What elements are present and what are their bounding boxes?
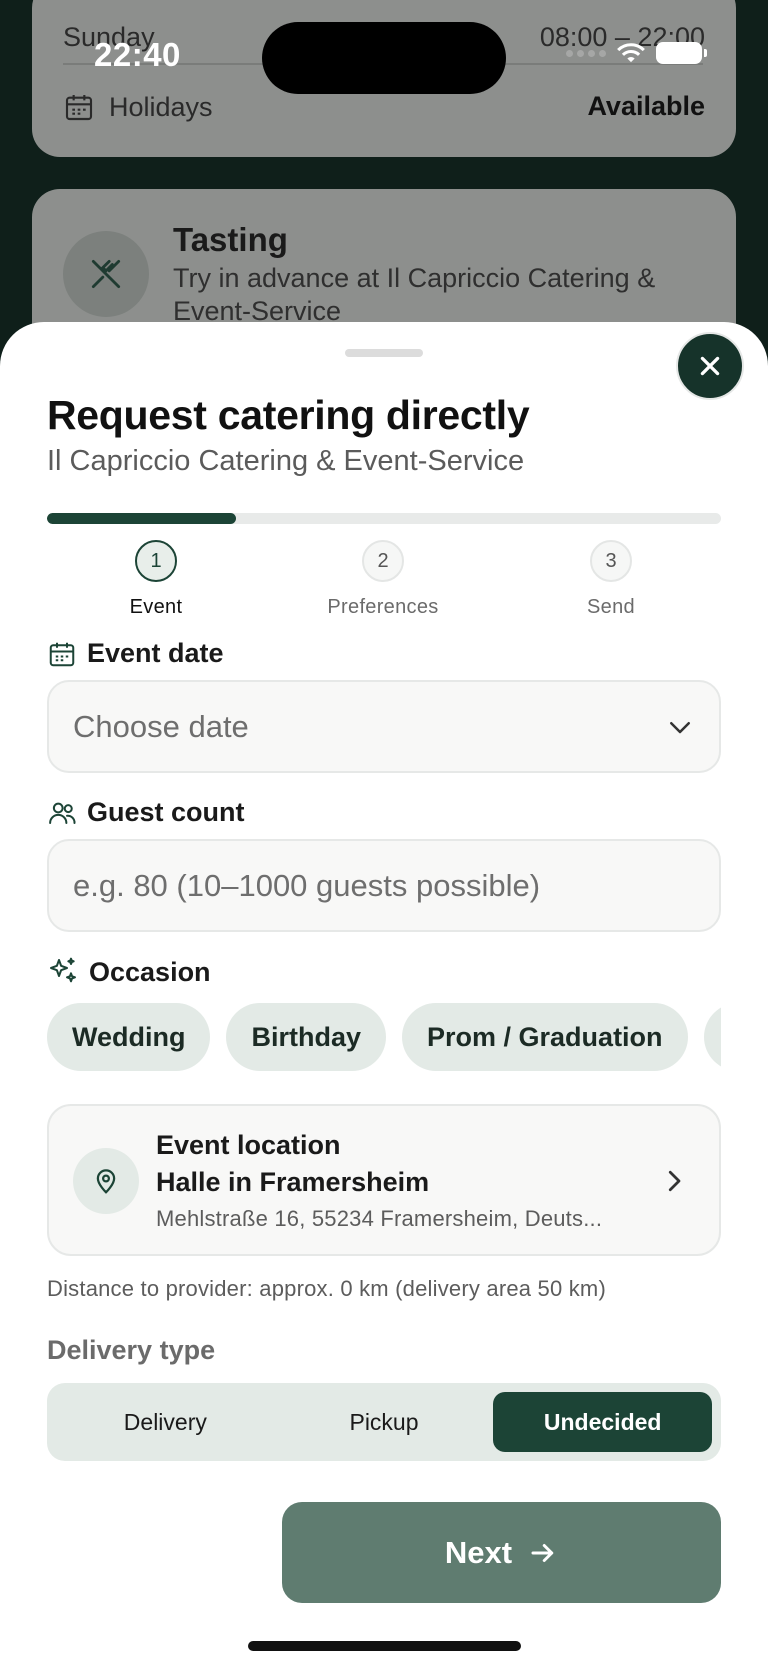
status-icons [566,42,707,64]
guest-count-label: Guest count [47,797,245,828]
status-time: 22:40 [94,36,181,73]
chip-more[interactable] [703,1003,721,1071]
guest-count-placeholder: e.g. 80 (10–1000 guests possible) [73,867,541,903]
location-pin-icon [96,1169,116,1194]
people-icon [49,802,76,824]
step-label: Event [129,596,183,618]
sheet-grabber[interactable] [345,349,423,357]
tasting-icon-circle [63,231,149,317]
sparkles-icon [50,957,76,983]
step-number: 1 [135,540,177,582]
step-number: 2 [362,540,404,582]
step-event[interactable]: 1 Event [76,540,236,619]
sheet-subtitle: Il Capriccio Catering & Event-Service [47,445,525,477]
occasion-label: Occasion [47,956,211,988]
cutlery-icon [91,259,121,289]
tasting-title: Tasting [173,221,288,258]
location-address: Mehlstraße 16, 55234 Framersheim, Deuts.… [156,1206,603,1231]
battery-icon [656,42,707,64]
tasting-subtitle: Try in advance at Il Capriccio Catering … [173,263,656,326]
close-button[interactable] [676,332,744,400]
distance-text: Distance to provider: approx. 0 km (deli… [47,1276,606,1301]
chip-birthday[interactable]: Birthday [226,1003,387,1071]
segment-undecided[interactable]: Undecided [493,1392,713,1452]
dynamic-island [262,22,506,94]
sheet-title: Request catering directly [47,392,530,438]
step-preferences[interactable]: 2 Preferences [303,540,463,619]
event-date-label: Event date [47,638,224,669]
calendar-icon [49,642,75,666]
guest-count-input[interactable]: e.g. 80 (10–1000 guests possible) [47,839,721,932]
signal-icon [566,49,606,57]
home-indicator [248,1641,521,1651]
location-label: Event location [156,1130,341,1160]
event-date-dropdown[interactable]: Choose date [47,680,721,773]
next-button[interactable]: Next [282,1502,721,1603]
guest-count-label-text: Guest count [87,797,245,827]
step-label: Preferences [327,596,439,618]
step-send[interactable]: 3 Send [531,540,691,619]
step-number: 3 [590,540,632,582]
step-label: Send [587,596,635,618]
holidays-label: Holidays [109,91,213,122]
occasion-label-text: Occasion [89,956,211,987]
progress-fill [47,513,236,524]
holidays-row: Holidays [63,91,213,123]
chip-wedding[interactable]: Wedding [47,1003,211,1071]
request-catering-sheet: Request catering directly Il Capriccio C… [0,322,768,1665]
segment-delivery[interactable]: Delivery [56,1392,275,1452]
wifi-icon [617,43,645,63]
chevron-down-icon [670,721,690,733]
arrow-right-icon [531,1543,554,1562]
holidays-value: Available [587,91,705,121]
chevron-right-icon [668,1170,681,1192]
chip-prom-graduation[interactable]: Prom / Graduation [402,1003,688,1071]
event-location-card[interactable]: Event location Halle in Framersheim Mehl… [47,1104,721,1256]
calendar-icon [65,95,93,121]
segment-pickup[interactable]: Pickup [275,1392,494,1452]
event-date-placeholder: Choose date [73,708,249,744]
location-pin-circle [73,1148,139,1214]
progress-bar [47,513,721,524]
delivery-type-label: Delivery type [47,1335,216,1365]
next-button-label: Next [444,1534,513,1570]
event-date-label-text: Event date [87,638,224,668]
location-name: Halle in Framersheim [156,1167,430,1197]
close-icon [700,356,720,376]
delivery-type-segmented-control: Delivery Pickup Undecided [47,1383,721,1461]
occasion-chips: Wedding Birthday Prom / Graduation [47,1003,721,1073]
